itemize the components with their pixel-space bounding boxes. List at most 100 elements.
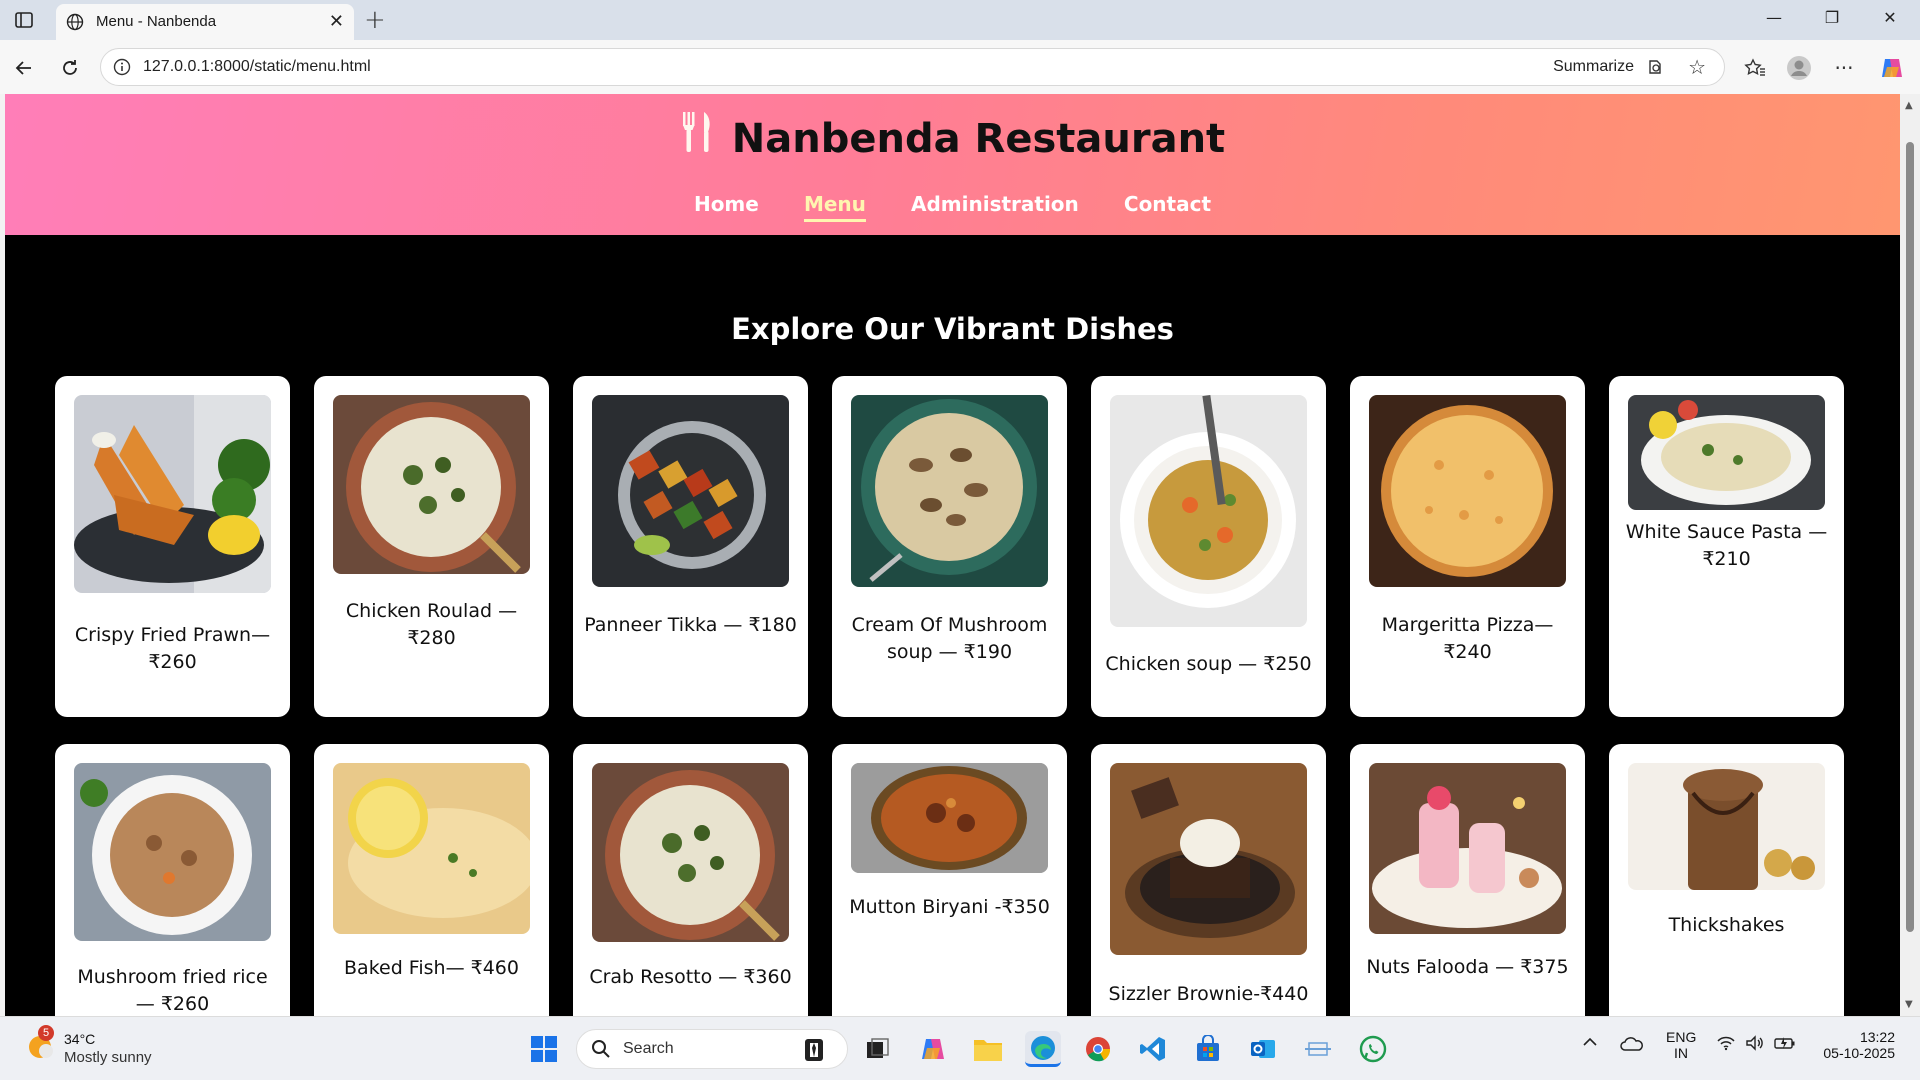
show-hidden-icons[interactable] [1582, 1035, 1598, 1051]
tab-title: Menu - Nanbenda [96, 13, 217, 30]
site-header: Nanbenda Restaurant Home Menu Administra… [5, 94, 1900, 235]
clock[interactable]: 13:22 05-10-2025 [1815, 1029, 1895, 1061]
dish-card[interactable]: Crispy Fried Prawn— ₹260 [55, 376, 290, 717]
chicken-soup-image [1110, 395, 1307, 627]
site-brand: Nanbenda Restaurant [5, 112, 1900, 162]
scrollbar-thumb[interactable] [1906, 142, 1914, 932]
minimize-icon[interactable]: — [1750, 8, 1798, 27]
falooda-image [1369, 763, 1566, 934]
scroll-down-icon[interactable]: ▼ [1905, 999, 1913, 1010]
dish-card[interactable]: White Sauce Pasta — ₹210 [1609, 376, 1844, 717]
dish-label: Crispy Fried Prawn— ₹260 [74, 624, 271, 673]
dish-card[interactable]: Chicken soup — ₹250 [1091, 376, 1326, 717]
vscode-icon[interactable] [1135, 1031, 1171, 1067]
dish-card[interactable]: Thickshakes [1609, 744, 1844, 1016]
copilot-app-icon[interactable] [915, 1031, 951, 1067]
browser-tab-bar: Menu - Nanbenda ✕ + — ❐ ✕ [0, 0, 1920, 40]
chrome-icon[interactable] [1080, 1031, 1116, 1067]
close-window-icon[interactable]: ✕ [1866, 8, 1914, 27]
file-explorer-icon[interactable] [970, 1031, 1006, 1067]
scroll-up-icon[interactable]: ▲ [1905, 100, 1913, 111]
wifi-icon[interactable] [1716, 1035, 1736, 1054]
dish-label: Chicken soup — ₹250 [1105, 653, 1312, 675]
app-icon[interactable] [1300, 1031, 1336, 1067]
restore-icon[interactable]: ❐ [1808, 8, 1856, 27]
dish-card[interactable]: Baked Fish— ₹460 [314, 744, 549, 1016]
nav-contact[interactable]: Contact [1124, 192, 1211, 219]
clock-date: 05-10-2025 [1823, 1045, 1895, 1061]
nav-administration[interactable]: Administration [911, 192, 1079, 219]
taskbar-search-box[interactable]: Search [576, 1029, 848, 1069]
search-icon [591, 1039, 611, 1063]
dish-card[interactable]: Sizzler Brownie-₹440 [1091, 744, 1326, 1016]
reload-icon[interactable] [56, 54, 84, 82]
copilot-icon[interactable] [1877, 54, 1907, 82]
task-view-icon[interactable] [860, 1031, 896, 1067]
risotto-bowl-image [333, 395, 530, 574]
search-highlight-icon [799, 1035, 829, 1069]
more-options-icon[interactable]: ··· [1829, 54, 1859, 82]
dish-card[interactable]: Chicken Roulad — ₹280 [314, 376, 549, 717]
biryani-image [851, 763, 1048, 873]
clock-time: 13:22 [1859, 1029, 1895, 1045]
dish-card[interactable]: Margeritta Pizza— ₹240 [1350, 376, 1585, 717]
dish-label: Chicken Roulad — ₹280 [345, 600, 518, 649]
microsoft-store-icon[interactable] [1190, 1031, 1226, 1067]
fried-rice-image [74, 763, 271, 941]
site-title: Nanbenda Restaurant [731, 116, 1226, 162]
dish-card[interactable]: Mushroom fried rice — ₹260 [55, 744, 290, 1016]
whatsapp-icon[interactable] [1355, 1031, 1391, 1067]
mushroom-soup-image [851, 395, 1048, 587]
new-tab-icon[interactable]: + [364, 5, 386, 35]
edge-browser-icon[interactable] [1025, 1031, 1061, 1067]
weather-widget[interactable]: 5 34°C Mostly sunny [26, 1025, 152, 1066]
copilot-summarize-icon[interactable] [1646, 58, 1664, 80]
windows-start-icon[interactable] [526, 1031, 562, 1067]
dish-label: Mutton Biryani -₹350 [849, 896, 1050, 918]
nav-menu[interactable]: Menu [803, 192, 866, 222]
pasta-image [1628, 395, 1825, 510]
page-scrollbar[interactable]: ▲ ▼ [1900, 94, 1920, 1016]
region-code: IN [1674, 1045, 1688, 1061]
tab-actions-icon[interactable] [12, 9, 36, 31]
back-icon[interactable] [10, 54, 38, 82]
dish-label: Sizzler Brownie-₹440 [1108, 983, 1309, 1005]
weather-condition: Mostly sunny [64, 1049, 152, 1066]
outlook-icon[interactable] [1245, 1031, 1281, 1067]
address-bar[interactable]: 127.0.0.1:8000/static/menu.html Summariz… [100, 48, 1725, 86]
dish-card[interactable]: Panneer Tikka — ₹180 [573, 376, 808, 717]
battery-icon[interactable] [1774, 1035, 1796, 1054]
windows-taskbar: 5 34°C Mostly sunny Search ENG IN 13:22 … [0, 1016, 1920, 1080]
risotto-bowl-image [592, 763, 789, 942]
dish-label: Nuts Falooda — ₹375 [1366, 956, 1569, 978]
profile-avatar-icon[interactable] [1784, 54, 1814, 82]
page-viewport: Nanbenda Restaurant Home Menu Administra… [5, 94, 1900, 1016]
language-code: ENG [1666, 1029, 1697, 1045]
dish-card[interactable]: Crab Resotto — ₹360 [573, 744, 808, 1016]
globe-icon [66, 13, 84, 35]
pizza-image [1369, 395, 1566, 587]
weather-temperature: 34°C [64, 1031, 96, 1047]
summarize-button[interactable]: Summarize [1553, 58, 1634, 76]
paneer-tikka-image [592, 395, 789, 587]
language-indicator[interactable]: ENG IN [1666, 1029, 1696, 1061]
dish-label: Thickshakes [1668, 914, 1785, 936]
browser-tab[interactable]: Menu - Nanbenda ✕ [56, 4, 354, 40]
nav-home[interactable]: Home [694, 192, 759, 219]
site-info-icon[interactable] [113, 58, 131, 80]
close-tab-icon[interactable]: ✕ [329, 11, 344, 32]
dish-card[interactable]: Cream Of Mushroom soup — ₹190 [832, 376, 1067, 717]
dish-label: Crab Resotto — ₹360 [589, 966, 792, 988]
thickshake-image [1628, 763, 1825, 890]
onedrive-cloud-icon[interactable] [1620, 1035, 1644, 1054]
fork-knife-icon [680, 112, 714, 162]
favorite-star-icon[interactable]: ☆ [1688, 55, 1706, 79]
dish-label: White Sauce Pasta — ₹210 [1625, 521, 1828, 570]
dish-card[interactable]: Mutton Biryani -₹350 [832, 744, 1067, 1016]
favorites-icon[interactable] [1740, 54, 1770, 82]
dish-label: Mushroom fried rice — ₹260 [77, 966, 268, 1015]
url-text[interactable]: 127.0.0.1:8000/static/menu.html [143, 58, 371, 76]
volume-icon[interactable] [1745, 1035, 1765, 1054]
dish-card[interactable]: Nuts Falooda — ₹375 [1350, 744, 1585, 1016]
brownie-image [1110, 763, 1307, 955]
